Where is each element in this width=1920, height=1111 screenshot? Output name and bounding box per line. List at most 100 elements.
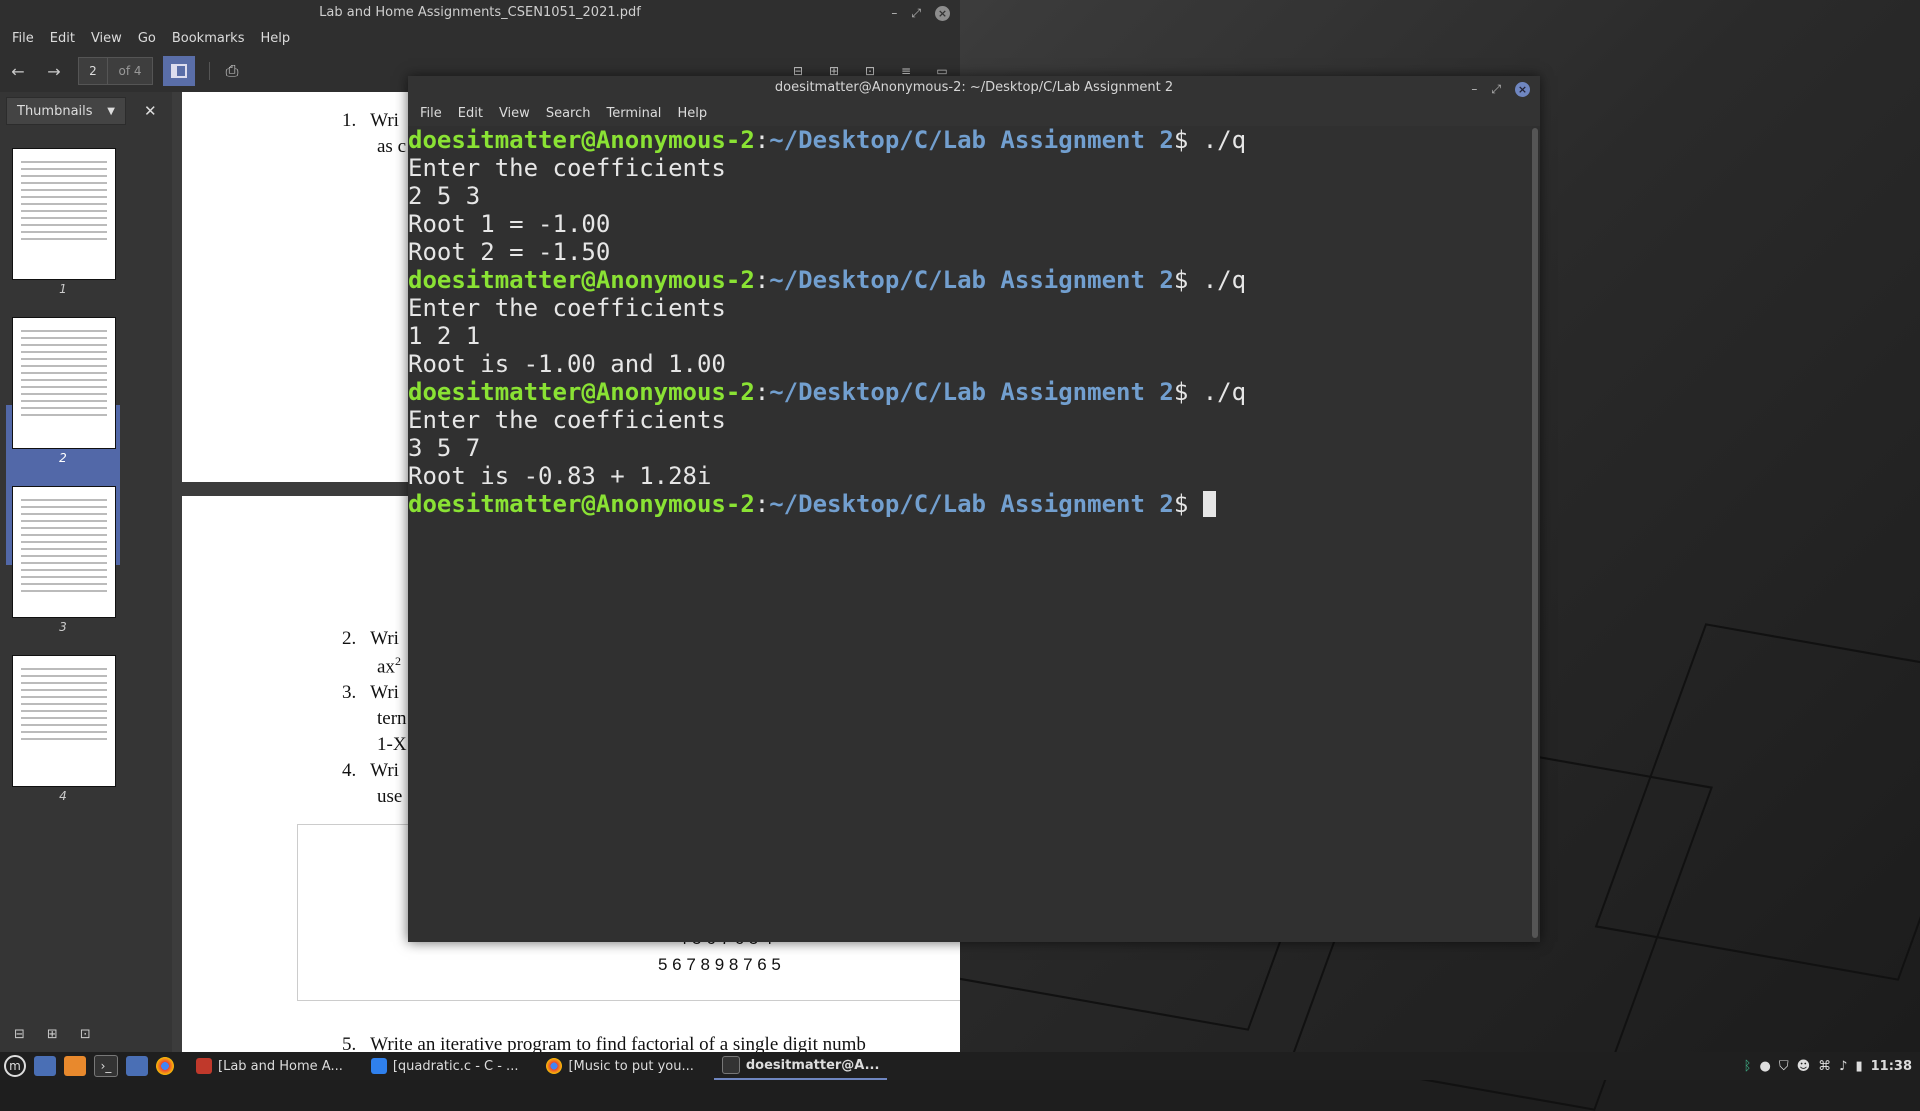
prompt-separator: :: [754, 266, 770, 294]
taskbar-task-label: [Music to put you...: [568, 1058, 694, 1074]
sidebar-mode-select[interactable]: Thumbnails ▼: [6, 97, 126, 125]
terminal-command: ./q: [1202, 378, 1247, 406]
terminal-scrollbar[interactable]: [1532, 128, 1538, 938]
show-desktop-icon[interactable]: [34, 1056, 56, 1076]
thumbnail-number: 1: [59, 282, 67, 296]
maximize-icon[interactable]: ⤢: [911, 0, 921, 26]
menu-edit[interactable]: Edit: [42, 31, 83, 46]
prompt-symbol: $: [1173, 126, 1203, 154]
vscode-icon: [370, 1058, 387, 1074]
thumbnail-page-1[interactable]: [12, 148, 116, 280]
taskbar-task[interactable]: [Music to put you...: [538, 1052, 701, 1080]
prompt-separator: :: [754, 126, 770, 154]
volume-icon[interactable]: ♪: [1839, 1059, 1847, 1074]
taskbar-task-label: [Lab and Home A...: [218, 1058, 343, 1074]
menu-help[interactable]: Help: [252, 31, 298, 46]
window-title: Lab and Home Assignments_CSEN1051_2021.p…: [319, 5, 641, 20]
minimize-icon[interactable]: –: [891, 0, 897, 26]
question-2-cont: ax2: [377, 654, 401, 678]
bluetooth-icon[interactable]: ᛒ: [1744, 1059, 1752, 1074]
menu-search[interactable]: Search: [538, 106, 599, 121]
prompt-symbol: $: [1173, 490, 1203, 518]
sidebar-footer: ⊟ ⊞ ⊡: [0, 1016, 186, 1052]
sidebar-toggle-button[interactable]: [163, 56, 195, 86]
chevron-down-icon: ▼: [107, 105, 115, 117]
notification-icon[interactable]: ●: [1759, 1059, 1770, 1074]
taskbar-task[interactable]: [quadratic.c - C - ...: [363, 1052, 527, 1080]
thumbnail-number: 2: [59, 451, 67, 465]
mint-menu-icon[interactable]: m: [4, 1055, 26, 1077]
menu-view[interactable]: View: [83, 31, 130, 46]
terminal-output-line: Enter the coefficients: [408, 294, 726, 322]
network-icon[interactable]: ⌘: [1818, 1059, 1831, 1074]
pdf-titlebar: Lab and Home Assignments_CSEN1051_2021.p…: [0, 0, 960, 26]
prompt-path: ~/Desktop/C/Lab Assignment 2: [769, 490, 1174, 518]
shield-icon[interactable]: ⛉: [1779, 1059, 1789, 1074]
close-icon[interactable]: ×: [935, 5, 950, 21]
menu-file[interactable]: File: [4, 31, 42, 46]
page-number-input[interactable]: 2: [78, 57, 108, 85]
window-title: doesitmatter@Anonymous-2: ~/Desktop/C/La…: [774, 80, 1174, 95]
chrome-icon[interactable]: [156, 1057, 174, 1075]
terminal-output[interactable]: doesitmatter@Anonymous-2:~/Desktop/C/Lab…: [408, 126, 1532, 942]
terminal-command: ./q: [1202, 266, 1247, 294]
chrome-icon: [546, 1058, 563, 1074]
thumbnail-page-4[interactable]: [12, 655, 116, 787]
index-icon[interactable]: ⊡: [80, 1027, 91, 1042]
expand-icon[interactable]: ⊞: [47, 1027, 58, 1042]
firefox-icon[interactable]: [64, 1056, 86, 1076]
terminal-command: ./q: [1202, 126, 1247, 154]
menu-terminal[interactable]: Terminal: [598, 106, 669, 121]
terminal-prompt-line: doesitmatter@Anonymous-2:~/Desktop/C/Lab…: [408, 266, 1532, 294]
prompt-symbol: $: [1173, 266, 1203, 294]
terminal-output-line: Enter the coefficients: [408, 154, 726, 182]
maximize-icon[interactable]: ⤢: [1491, 77, 1501, 101]
user-icon[interactable]: ☻: [1797, 1059, 1811, 1074]
prompt-separator: :: [754, 378, 770, 406]
pdf-viewer-icon: [196, 1058, 212, 1074]
terminal-prompt-line: doesitmatter@Anonymous-2:~/Desktop/C/Lab…: [408, 126, 1532, 154]
close-sidebar-icon[interactable]: ✕: [144, 102, 157, 120]
question-3-text: 3. Wri: [342, 682, 399, 703]
battery-icon[interactable]: ▮: [1855, 1059, 1862, 1074]
terminal-icon: [721, 1056, 740, 1074]
prompt-user: doesitmatter@Anonymous-2: [408, 378, 755, 406]
forward-arrow-icon[interactable]: →: [36, 56, 72, 86]
thumbnail-page-2[interactable]: [12, 317, 116, 449]
question-3-cont2: 1-X: [377, 734, 407, 755]
wallpaper-tile: [1594, 623, 1920, 981]
minimize-icon[interactable]: –: [1471, 77, 1477, 101]
terminal-output-line: Enter the coefficients: [408, 406, 726, 434]
menu-file[interactable]: File: [412, 106, 450, 121]
terminal-output-line: Root 1 = -1.00: [408, 210, 611, 238]
menu-bookmarks[interactable]: Bookmarks: [164, 31, 253, 46]
terminal-output-line: Root 2 = -1.50: [408, 238, 611, 266]
terminal-prompt-line: doesitmatter@Anonymous-2:~/Desktop/C/Lab…: [408, 378, 1532, 406]
menu-view[interactable]: View: [491, 106, 538, 121]
back-arrow-icon[interactable]: ←: [0, 56, 36, 86]
terminal-prompt-line: doesitmatter@Anonymous-2:~/Desktop/C/Lab…: [408, 490, 1532, 518]
terminal-output-line: Root is -0.83 + 1.28i: [408, 462, 712, 490]
menu-go[interactable]: Go: [130, 31, 164, 46]
print-icon[interactable]: ⎙: [214, 56, 250, 86]
question-5-text: 5. Write an iterative program to find fa…: [342, 1034, 866, 1052]
terminal-menubar: File Edit View Search Terminal Help: [408, 100, 1540, 126]
terminal-launcher-icon[interactable]: ›_: [94, 1055, 118, 1077]
collapse-icon[interactable]: ⊟: [14, 1027, 25, 1042]
taskbar-task[interactable]: [Lab and Home A...: [188, 1052, 351, 1080]
prompt-user: doesitmatter@Anonymous-2: [408, 490, 755, 518]
terminal-output-line: 2 5 3: [408, 182, 481, 210]
menu-help[interactable]: Help: [669, 106, 715, 121]
files-icon[interactable]: [126, 1056, 148, 1076]
thumbnail-page-3[interactable]: [12, 486, 116, 618]
thumbnail-sidebar: Thumbnails ▼ ✕ 1 2 3 4 ⊟ ⊞ ⊡: [0, 92, 172, 1052]
menu-edit[interactable]: Edit: [450, 106, 491, 121]
terminal-cursor: [1202, 491, 1216, 517]
clock[interactable]: 11:38: [1871, 1059, 1912, 1074]
sidebar-icon: [171, 64, 187, 78]
taskbar-task[interactable]: doesitmatter@A...: [713, 1052, 888, 1080]
prompt-separator: :: [754, 490, 770, 518]
taskbar-task-label: doesitmatter@A...: [745, 1057, 880, 1073]
toolbar-divider: [209, 62, 210, 80]
close-icon[interactable]: ×: [1515, 81, 1530, 97]
